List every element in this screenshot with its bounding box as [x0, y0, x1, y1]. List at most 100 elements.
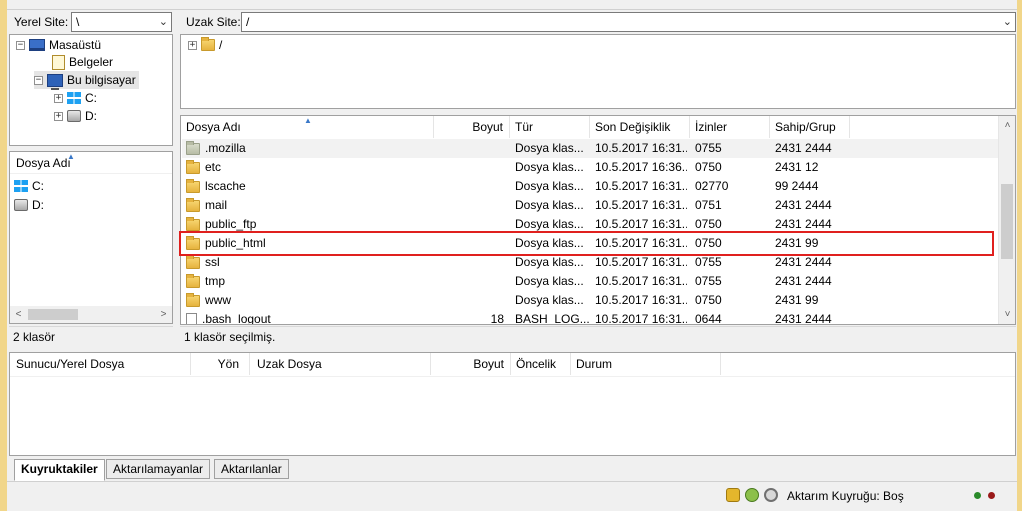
queue-header-remote-file[interactable]: Uzak Dosya — [250, 353, 431, 375]
column-header-name[interactable]: Dosya Adı ▲ — [181, 116, 434, 138]
folder-icon — [186, 178, 200, 193]
folder-icon — [201, 37, 215, 51]
collapse-icon[interactable]: − — [16, 40, 25, 50]
table-row[interactable]: lscache Dosya klas... 10.5.2017 16:31... 02… — [182, 177, 1015, 196]
scroll-right-icon[interactable]: > — [155, 306, 172, 323]
tree-item-this-pc[interactable]: − Bu bilgisayar — [34, 71, 139, 90]
cell-permissions: 02770 — [695, 179, 729, 193]
lock-icon[interactable] — [726, 488, 740, 502]
tree-label: C: — [85, 91, 97, 105]
table-row[interactable]: .bash_logout 18 BASH_LOG... 10.5.2017 16:31… — [182, 310, 1015, 325]
sort-up-icon: ▲ — [304, 116, 312, 125]
tree-label: / — [219, 38, 223, 52]
cell-owner: 2431 2444 — [775, 312, 832, 325]
statusbar-divider — [7, 481, 1017, 482]
toolbar-strip — [7, 0, 1017, 10]
scrollbar-thumb[interactable] — [1001, 184, 1013, 259]
cell-type: Dosya klas... — [515, 160, 584, 174]
queue-header-status[interactable]: Durum — [571, 353, 721, 375]
network-config-icon[interactable] — [764, 488, 778, 502]
remote-site-input[interactable]: / ⌄ — [241, 12, 1016, 32]
tree-item-documents[interactable]: Belgeler — [52, 53, 113, 71]
tab-failed[interactable]: Aktarılamayanlar — [106, 459, 211, 479]
table-row[interactable]: www Dosya klas... 10.5.2017 16:31... 0750 24… — [182, 291, 1015, 310]
queue-header-size[interactable]: Boyut — [431, 353, 511, 375]
window-frame-right — [1017, 0, 1022, 511]
remote-site-value: / — [246, 15, 250, 29]
list-item[interactable]: D: — [14, 196, 44, 214]
file-name: www — [205, 293, 231, 307]
folder-icon — [186, 197, 200, 212]
scrollbar-thumb[interactable] — [28, 309, 78, 320]
column-header-type[interactable]: Tür — [510, 116, 590, 138]
queue-header-server-local-file[interactable]: Sunucu/Yerel Dosya — [10, 353, 191, 375]
collapse-icon[interactable]: − — [34, 75, 43, 85]
column-header-permissions[interactable]: İzinler — [690, 116, 770, 138]
tree-item-root[interactable]: + / — [188, 36, 222, 54]
file-name: lscache — [205, 179, 246, 193]
scroll-up-icon[interactable]: ˄ — [999, 117, 1015, 134]
cell-type: Dosya klas... — [515, 179, 584, 193]
folder-icon — [186, 254, 200, 269]
column-header-size[interactable]: Boyut — [434, 116, 510, 138]
queue-header-priority[interactable]: Öncelik — [511, 353, 571, 375]
local-site-input[interactable]: \ ⌄ — [71, 12, 172, 32]
cell-permissions: 0750 — [695, 293, 722, 307]
remote-vertical-scrollbar[interactable]: ˄ ˅ — [998, 116, 1015, 324]
file-name: C: — [32, 179, 44, 193]
expand-icon[interactable]: + — [188, 40, 197, 50]
local-status: 2 klasör — [9, 326, 173, 346]
cell-permissions: 0750 — [695, 160, 722, 174]
computer-icon — [47, 73, 63, 90]
monitor-icon — [29, 39, 45, 51]
list-item[interactable]: C: — [14, 177, 44, 195]
folder-icon — [186, 292, 200, 307]
cell-owner: 2431 99 — [775, 293, 819, 307]
chevron-down-icon[interactable]: ⌄ — [1003, 15, 1012, 28]
column-header-modified[interactable]: Son Değişiklik — [590, 116, 690, 138]
file-name: mail — [205, 198, 228, 212]
tree-item-desktop[interactable]: − Masaüstü — [16, 36, 101, 54]
cell-modified: 10.5.2017 16:31... — [595, 274, 687, 288]
tree-label: Belgeler — [69, 55, 114, 69]
local-site-value: \ — [76, 15, 80, 29]
cell-owner: 2431 2444 — [775, 274, 832, 288]
transfer-queue-panel: Sunucu/Yerel Dosya Yön Uzak Dosya Boyut … — [9, 352, 1016, 456]
column-label: Dosya Adı — [186, 120, 241, 134]
expand-icon[interactable]: + — [54, 111, 63, 121]
window-frame-left — [0, 0, 7, 511]
cell-modified: 10.5.2017 16:36... — [595, 160, 687, 174]
file-name: D: — [32, 198, 44, 212]
speed-limit-icon[interactable] — [745, 488, 759, 502]
column-header-name[interactable]: Dosya Adı — [16, 156, 71, 170]
expand-icon[interactable]: + — [54, 93, 63, 103]
tab-successful[interactable]: Aktarılanlar — [214, 459, 289, 479]
local-horizontal-scrollbar[interactable]: < > — [10, 306, 172, 323]
file-name: .bash_logout — [202, 312, 271, 325]
cell-type: Dosya klas... — [515, 198, 584, 212]
scroll-left-icon[interactable]: < — [10, 306, 27, 323]
column-header-owner[interactable]: Sahip/Grup — [770, 116, 850, 138]
tree-item-drive-d[interactable]: + D: — [54, 107, 97, 125]
table-row[interactable]: mail Dosya klas... 10.5.2017 16:31... 0751 2… — [182, 196, 1015, 215]
led-green-icon — [974, 492, 981, 499]
tree-item-drive-c[interactable]: + C: — [54, 89, 97, 107]
scroll-down-icon[interactable]: ˅ — [999, 306, 1015, 323]
cell-type: Dosya klas... — [515, 141, 584, 155]
remote-status: 1 klasör seçilmiş. — [180, 326, 1016, 346]
queue-header-direction[interactable]: Yön — [191, 353, 250, 375]
table-row[interactable]: .mozilla Dosya klas... 10.5.2017 16:31... 0… — [182, 139, 1015, 158]
cell-owner: 2431 2444 — [775, 198, 832, 212]
table-row[interactable]: tmp Dosya klas... 10.5.2017 16:31... 0755 24… — [182, 272, 1015, 291]
file-name: etc — [205, 160, 222, 174]
chevron-down-icon[interactable]: ⌄ — [159, 15, 168, 28]
cell-permissions: 0755 — [695, 141, 722, 155]
led-red-icon — [988, 492, 995, 499]
tree-label: Masaüstü — [49, 38, 102, 52]
drive-icon — [67, 110, 81, 122]
table-row[interactable]: etc Dosya klas... 10.5.2017 16:36... 0750 24… — [182, 158, 1015, 177]
local-list-header[interactable]: Dosya Adı ▲ — [10, 152, 172, 174]
cell-modified: 10.5.2017 16:31... — [595, 141, 687, 155]
tab-queued[interactable]: Kuyruktakiler — [14, 459, 105, 481]
cell-permissions: 0755 — [695, 274, 722, 288]
